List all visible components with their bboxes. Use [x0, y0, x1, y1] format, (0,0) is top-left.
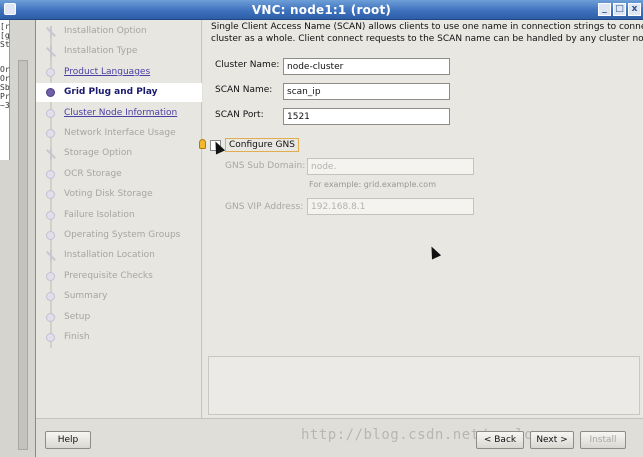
- scan-description: Single Client Access Name (SCAN) allows …: [211, 21, 643, 45]
- step-item: Installation Location: [36, 246, 202, 265]
- minimize-button[interactable]: _: [598, 3, 611, 16]
- step-dot-icon: [46, 210, 55, 220]
- step-item[interactable]: Grid Plug and Play: [36, 83, 202, 103]
- terminal-line: Pr: [0, 92, 10, 101]
- step-dot-icon: [46, 312, 55, 322]
- step-item: Installation Option: [36, 22, 202, 41]
- step-item: Failure Isolation: [36, 206, 202, 225]
- step-dot-icon: [46, 231, 55, 240]
- step-dot-icon: [46, 292, 55, 302]
- cluster-name-label: Cluster Name:: [215, 60, 280, 70]
- step-dot-icon: [46, 108, 55, 118]
- step-item: Operating System Groups: [36, 226, 202, 245]
- install-button[interactable]: Install: [580, 431, 626, 449]
- terminal-line: St: [0, 40, 10, 49]
- terminal-line: [g: [0, 31, 10, 40]
- next-button[interactable]: Next >: [530, 431, 574, 449]
- step-label: Summary: [64, 291, 108, 302]
- wizard-button-bar: Help http://blog.csdn.net/yanlong < Back…: [36, 418, 643, 457]
- step-label: Installation Location: [64, 250, 155, 261]
- step-label: Product Languages: [64, 66, 151, 77]
- step-branch-icon: [45, 46, 57, 59]
- step-dot-icon: [46, 271, 55, 281]
- description-line: cluster as a whole. Client connect reque…: [211, 34, 643, 44]
- description-line: Single Client Access Name (SCAN) allows …: [211, 22, 643, 32]
- grid-plug-and-play-panel: Single Client Access Name (SCAN) allows …: [199, 20, 643, 418]
- gns-vip-input[interactable]: 192.168.8.1: [307, 198, 474, 215]
- step-label: Installation Type: [64, 46, 138, 57]
- step-item: OCR Storage: [36, 165, 202, 184]
- step-label: Operating System Groups: [64, 230, 181, 240]
- window-title: VNC: node1:1 (root): [251, 3, 392, 17]
- gns-vip-label: GNS VIP Address:: [225, 202, 304, 212]
- terminal-line: [r: [0, 22, 10, 31]
- step-label: Storage Option: [64, 148, 133, 159]
- step-item: Setup: [36, 308, 202, 327]
- window-controls: _ □ x: [598, 3, 641, 16]
- step-label: Cluster Node Information: [64, 107, 178, 118]
- step-label: Grid Plug and Play: [64, 87, 158, 98]
- step-label: Failure Isolation: [64, 209, 135, 220]
- step-label: Finish: [64, 332, 90, 342]
- terminal-line: Or: [0, 74, 10, 83]
- vnc-title-bar: VNC: node1:1 (root) _ □ x: [0, 0, 643, 20]
- terminal-line: ~3: [0, 101, 10, 110]
- step-label: Voting Disk Storage: [64, 189, 153, 200]
- step-dot-icon: [46, 67, 55, 77]
- step-branch-icon: [45, 148, 57, 161]
- step-branch-icon: [45, 26, 57, 38]
- maximize-button[interactable]: □: [613, 3, 626, 16]
- configure-gns-label[interactable]: Configure GNS: [225, 138, 299, 152]
- step-dot-icon: [46, 333, 55, 342]
- step-item: Storage Option: [36, 144, 202, 163]
- terminal-line: Sb: [0, 83, 10, 92]
- terminal-scrollbar[interactable]: [18, 60, 28, 450]
- step-item[interactable]: Cluster Node Information: [36, 104, 202, 123]
- close-button[interactable]: x: [628, 3, 641, 16]
- step-dot-icon: [46, 169, 55, 179]
- step-label: Prerequisite Checks: [64, 270, 153, 281]
- step-item: Prerequisite Checks: [36, 267, 202, 286]
- mouse-cursor-icon: [426, 244, 442, 260]
- step-dot-icon: [46, 190, 55, 200]
- gns-subdomain-input[interactable]: node.: [307, 158, 474, 175]
- scan-port-label: SCAN Port:: [215, 110, 264, 120]
- step-label: OCR Storage: [64, 168, 122, 179]
- steps-navigation: Installation Option Installation Type Prod…: [36, 20, 202, 418]
- step-item: Summary: [36, 287, 202, 306]
- scan-name-input[interactable]: scan_ip: [283, 83, 450, 100]
- gns-subdomain-example: For example: grid.example.com: [309, 180, 436, 189]
- gns-subdomain-label: GNS Sub Domain:: [225, 161, 306, 171]
- installer-window: Installation Option Installation Type Prod…: [36, 20, 643, 457]
- back-button[interactable]: < Back: [476, 431, 524, 449]
- step-branch-icon: [45, 250, 57, 263]
- step-dot-icon: [46, 88, 55, 98]
- cluster-name-input[interactable]: node-cluster: [283, 58, 450, 75]
- step-item: Network Interface Usage: [36, 124, 202, 143]
- step-item: Finish: [36, 328, 202, 347]
- step-label: Network Interface Usage: [64, 128, 176, 138]
- terminal-line: Or: [0, 65, 10, 74]
- scan-port-input[interactable]: 1521: [283, 108, 450, 125]
- scan-name-label: SCAN Name:: [215, 85, 273, 95]
- step-label: Installation Option: [64, 26, 147, 36]
- message-pane: [208, 356, 640, 415]
- hint-bulb-icon: [199, 139, 206, 149]
- mouse-cursor-icon: [210, 139, 226, 155]
- step-dot-icon: [46, 129, 55, 138]
- background-terminal: [r [g St Or Or Sb Pr ~3: [0, 20, 36, 457]
- step-item: Voting Disk Storage: [36, 185, 202, 204]
- help-button[interactable]: Help: [45, 431, 91, 449]
- step-item: Installation Type: [36, 42, 202, 61]
- step-label: Setup: [64, 311, 91, 322]
- step-item[interactable]: Product Languages: [36, 63, 202, 82]
